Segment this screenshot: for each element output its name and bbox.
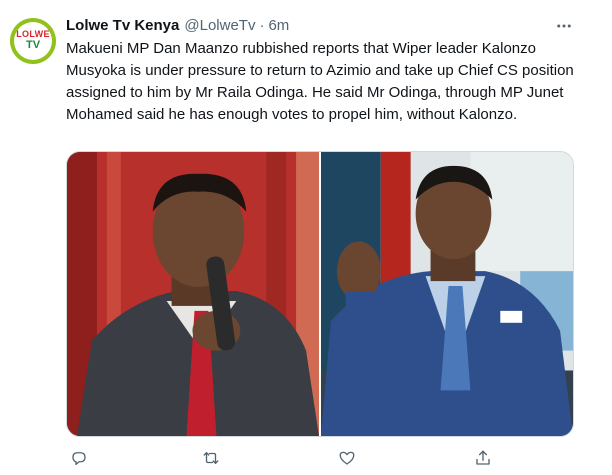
separator-dot: · xyxy=(259,16,265,34)
tweet-media xyxy=(66,151,574,437)
photo-dan-maanzo[interactable] xyxy=(67,152,319,436)
tweet[interactable]: LOLWE TV Lolwe Tv Kenya @LolweTv · 6m Ma… xyxy=(0,0,612,475)
user-handle[interactable]: @LolweTv xyxy=(184,17,255,34)
display-name[interactable]: Lolwe Tv Kenya xyxy=(66,17,179,34)
more-icon[interactable] xyxy=(552,14,576,38)
photo-kalonzo-musyoka[interactable] xyxy=(321,152,573,436)
retweet-icon[interactable] xyxy=(200,447,222,469)
avatar-logo-top: LOLWE xyxy=(16,29,50,39)
avatar-logo-bottom: TV xyxy=(25,39,41,51)
tweet-header: Lolwe Tv Kenya @LolweTv · 6m xyxy=(66,14,289,36)
like-heart-icon[interactable] xyxy=(336,447,358,469)
tweet-timestamp[interactable]: 6m xyxy=(268,17,289,34)
avatar[interactable]: LOLWE TV xyxy=(10,18,56,64)
tweet-text: Makueni MP Dan Maanzo rubbished reports … xyxy=(66,40,574,123)
share-icon[interactable] xyxy=(472,447,494,469)
reply-icon[interactable] xyxy=(68,447,90,469)
tweet-actions xyxy=(66,447,506,469)
